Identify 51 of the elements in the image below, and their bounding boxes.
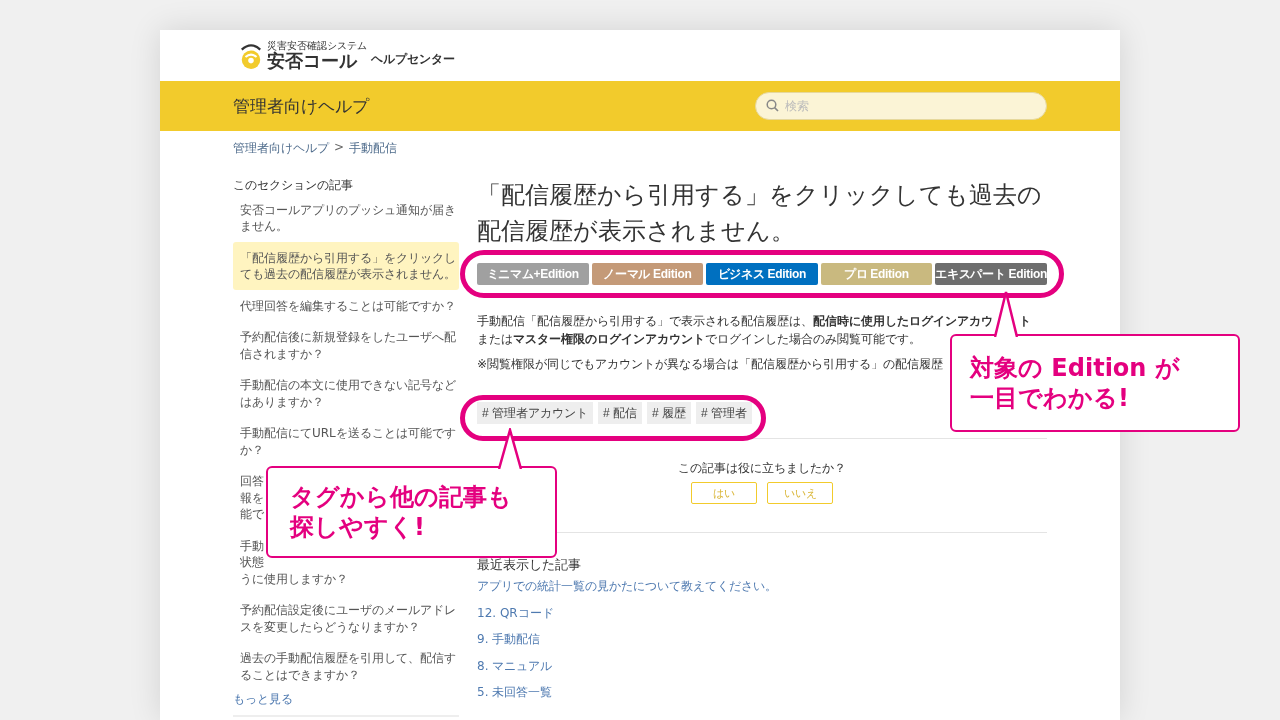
sidebar-item[interactable]: 予約配信後に新規登録をしたユーザへ配信されますか？ bbox=[233, 321, 459, 370]
tag-link[interactable]: # 管理者 bbox=[696, 402, 753, 424]
sidebar-heading: このセクションの記事 bbox=[233, 178, 354, 192]
sidebar-item-fragment[interactable]: 手動 bbox=[240, 537, 264, 554]
feedback-question: この記事は役に立ちましたか？ bbox=[678, 461, 846, 476]
edition-badge: ビジネス Edition bbox=[706, 263, 818, 285]
edition-badge: プロ Edition bbox=[820, 263, 933, 285]
sidebar-item-fragment[interactable]: 状態 bbox=[240, 554, 264, 571]
recent-article-link[interactable]: 12. QRコード bbox=[477, 599, 554, 626]
sidebar-item[interactable]: 手動配信の本文に使用できない記号などはありますか？ bbox=[233, 369, 459, 418]
article-text: ※閲覧権限が同じでもアカウントが異なる場合は「配信履歴から引用する」の配信履歴 bbox=[477, 356, 944, 373]
logo-suffix: ヘルプセンター bbox=[371, 51, 455, 68]
recent-article-link[interactable]: 5. 未回答一覧 bbox=[477, 679, 553, 706]
breadcrumb-separator: > bbox=[334, 140, 345, 156]
sidebar-item-fragment[interactable]: 回答 bbox=[240, 473, 264, 490]
article-text: 手動配信「配信履歴から引用する」で表示される配信履歴は、配信時に使用したログインアカウ bbox=[477, 313, 993, 330]
callout-text: 探しやすく! bbox=[290, 512, 426, 542]
recent-article-link[interactable]: アプリでの統計一覧の見かたについて教えてください。 bbox=[477, 573, 777, 600]
recent-heading: 最近表示した記事 bbox=[477, 557, 581, 573]
header-title: 管理者向けヘルプ bbox=[233, 94, 369, 118]
sidebar-item[interactable]: 「配信履歴から引用する」をクリックしても過去の配信履歴が表示されません。 bbox=[233, 242, 459, 290]
sidebar-item[interactable]: 代理回答を編集することは可能ですか？ bbox=[233, 290, 459, 322]
sidebar-item[interactable]: 安否コールアプリのプッシュ通知が届きません。 bbox=[233, 194, 459, 242]
callout-text: 対象の Edition が bbox=[970, 353, 1181, 383]
article-text: ト bbox=[1019, 313, 1031, 330]
logo-name: 安否コール bbox=[267, 50, 358, 71]
logo-tagline: 災害安否確認システム bbox=[267, 40, 367, 51]
tag-link[interactable]: # 履歴 bbox=[647, 402, 692, 424]
sidebar-item-fragment[interactable]: 報を bbox=[240, 489, 264, 506]
sidebar-item-fragment[interactable]: うに使用しますか？ bbox=[240, 570, 348, 587]
more-link[interactable]: もっと見る bbox=[233, 690, 459, 707]
callout-text: タグから他の記事も bbox=[290, 482, 513, 512]
edition-badge: エキスパート Edition bbox=[935, 263, 1047, 285]
tag-link[interactable]: # 管理者アカウント bbox=[477, 402, 593, 424]
sidebar-item[interactable]: 手動配信にてURLを送ることは可能ですか？ bbox=[233, 417, 459, 466]
callout-text: 一目でわかる! bbox=[970, 383, 1130, 413]
article-text: またはマスター権限のログインアカウントでログインした場合のみ閲覧可能です。 bbox=[477, 331, 921, 348]
article-title: 「配信履歴から引用する」をクリックしても過去の配信履歴が表示されません。 bbox=[477, 180, 1043, 247]
sidebar-item[interactable]: 過去の手動配信履歴を引用して、配信することはできますか？ bbox=[233, 642, 459, 691]
breadcrumb-link[interactable]: 手動配信 bbox=[349, 140, 398, 161]
recent-article-link[interactable]: 8. マニュアル bbox=[477, 652, 553, 679]
edition-badge: ノーマル Edition bbox=[591, 263, 704, 285]
search-field[interactable]: 検索 bbox=[755, 92, 1047, 120]
recent-article-link[interactable]: 9. 手動配信 bbox=[477, 626, 541, 653]
sidebar-item-fragment[interactable]: 能で bbox=[240, 506, 264, 523]
breadcrumb-link[interactable]: 管理者向けヘルプ bbox=[233, 140, 329, 161]
sidebar-item[interactable]: 予約配信設定後にユーザのメールアドレスを変更したらどうなりますか？ bbox=[233, 594, 459, 643]
logo-icon bbox=[239, 41, 263, 70]
edition-badge: ミニマム+Edition bbox=[477, 263, 589, 285]
search-icon bbox=[766, 99, 779, 112]
tag-link[interactable]: # 配信 bbox=[598, 402, 643, 424]
